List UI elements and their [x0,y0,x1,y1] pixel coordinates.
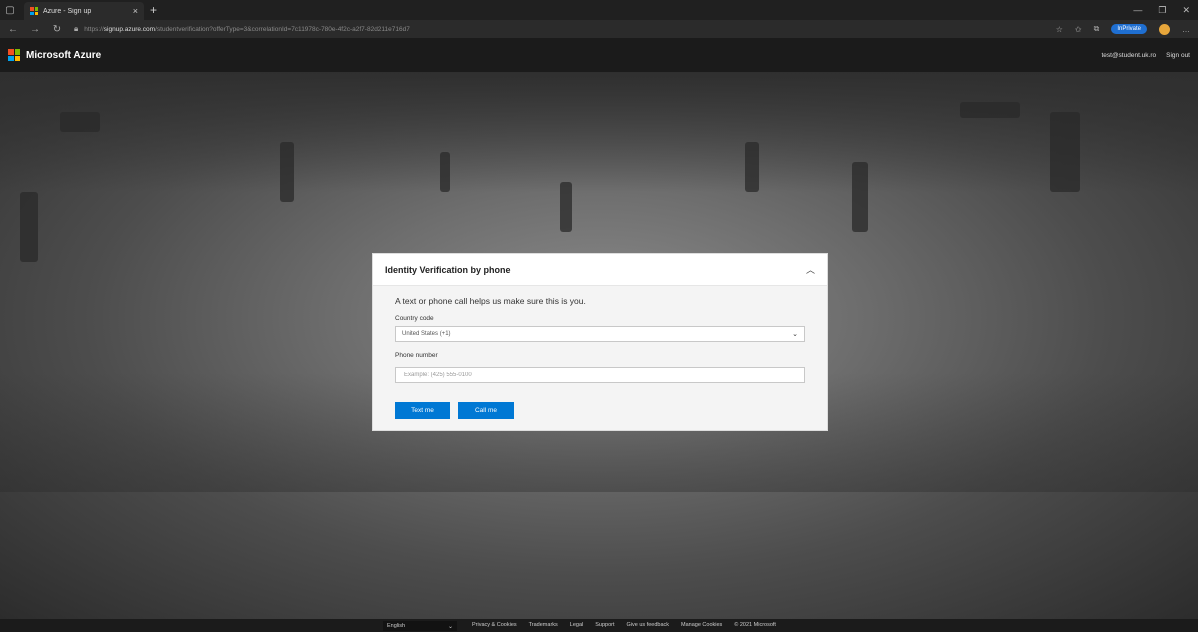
account-email: test@student.uk.ro [1101,51,1157,59]
url-prefix: https:// [84,25,104,33]
new-tab-icon[interactable]: + [150,3,157,17]
tab-title: Azure - Sign up [43,7,92,15]
url-host: signup.azure.com [103,25,156,33]
footer-link-support[interactable]: Support [595,622,614,628]
country-code-value: United States (+1) [402,331,451,337]
tab-close-icon[interactable]: × [133,6,138,16]
identity-verification-dialog: Identity Verification by phone ︿ A text … [372,253,828,431]
language-select[interactable]: English ⌄ [383,621,457,631]
collapse-icon[interactable]: ︿ [806,263,815,276]
footer-link-legal[interactable]: Legal [570,622,583,628]
azure-favicon-icon [30,7,38,15]
forward-icon[interactable]: → [30,24,40,35]
url-field[interactable]: 🔒︎ https://signup.azure.com/studentverif… [74,24,1044,34]
phone-number-label: Phone number [395,352,438,359]
collections-icon[interactable]: ⧉ [1094,24,1100,34]
more-icon[interactable]: … [1182,25,1190,34]
close-window-icon[interactable]: ✕ [1182,5,1190,16]
page-footer: English ⌄ Privacy & Cookies Trademarks L… [0,619,1198,632]
favorites-bar-icon[interactable]: ✩ [1075,25,1082,34]
sign-out-link[interactable]: Sign out [1166,52,1190,59]
toolbar-right: ☆ ✩ ⧉ InPrivate … [1056,23,1190,35]
browser-tab[interactable]: Azure - Sign up × [24,2,144,20]
language-value: English [387,623,406,629]
lock-icon: 🔒︎ [74,24,79,33]
url-path: /studentverification?offerType=3&correla… [155,25,410,33]
tab-actions-icon[interactable]: ▢ [0,0,20,20]
address-bar: ← → ↻ 🔒︎ https://signup.azure.com/studen… [0,20,1198,38]
brand-name[interactable]: Microsoft Azure [26,50,101,61]
footer-copyright: © 2021 Microsoft [734,622,776,628]
restore-icon[interactable]: ❐ [1158,5,1166,16]
country-code-select[interactable]: United States (+1) ⌄ [395,326,805,342]
dialog-title: Identity Verification by phone [385,264,511,275]
dialog-header[interactable]: Identity Verification by phone ︿ [373,254,827,286]
back-icon[interactable]: ← [8,24,18,35]
favorites-icon[interactable]: ☆ [1056,25,1063,34]
country-code-label: Country code [395,315,434,322]
chevron-down-icon: ⌄ [792,331,798,338]
microsoft-logo-icon [8,49,20,61]
azure-header: Microsoft Azure test@student.uk.ro Sign … [0,38,1198,72]
profile-avatar[interactable] [1159,23,1170,35]
footer-link-trademarks[interactable]: Trademarks [529,622,558,628]
minimize-icon[interactable]: — [1133,5,1142,16]
footer-link-manage-cookies[interactable]: Manage Cookies [681,622,722,628]
footer-link-feedback[interactable]: Give us feedback [627,622,670,628]
call-me-button[interactable]: Call me [458,402,514,419]
inprivate-badge[interactable]: InPrivate [1111,24,1147,34]
browser-tab-strip: ▢ Azure - Sign up × + — ❐ ✕ [0,0,1198,20]
dialog-lead-text: A text or phone call helps us make sure … [395,296,586,306]
footer-link-privacy[interactable]: Privacy & Cookies [472,622,517,628]
chevron-down-icon: ⌄ [447,623,453,630]
phone-number-input[interactable] [395,367,805,383]
refresh-icon[interactable]: ↻ [52,24,62,35]
window-controls: — ❐ ✕ [1133,5,1198,16]
text-me-button[interactable]: Text me [395,402,450,419]
